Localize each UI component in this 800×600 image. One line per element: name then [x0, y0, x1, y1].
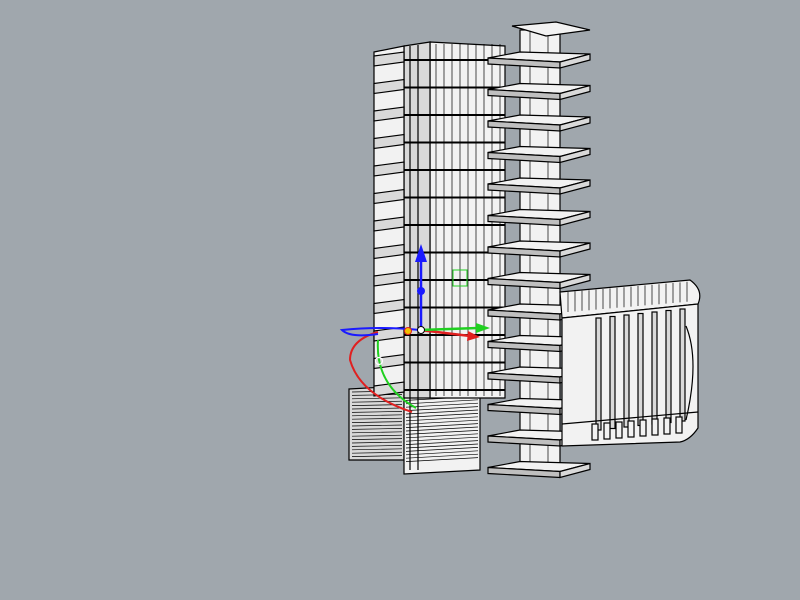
podium-front-face: [403, 391, 481, 475]
annex-structure: [559, 279, 701, 447]
annex-pile-cap: [603, 422, 611, 440]
viewport-canvas[interactable]: [0, 0, 800, 600]
annex-pile-cap: [615, 421, 623, 439]
annex-pile-cap: [639, 419, 647, 437]
gumball-center[interactable]: [417, 326, 425, 334]
annex-column: [665, 309, 672, 424]
tower-a-side: [403, 41, 431, 399]
annex-column: [595, 317, 602, 431]
annex-column: [637, 312, 644, 427]
annex-column: [609, 315, 616, 430]
annex-column: [651, 311, 658, 425]
annex-pile-cap: [663, 417, 671, 435]
annex-column: [679, 308, 686, 422]
scale-handle-icon[interactable]: [404, 327, 412, 335]
annex-pile-cap: [591, 423, 599, 441]
annex-pile-cap: [651, 418, 659, 436]
scale-z-handle[interactable]: [417, 287, 425, 295]
3d-viewport[interactable]: [0, 0, 800, 600]
podium-block: [348, 385, 481, 475]
annex-pile-cap: [627, 420, 635, 438]
annex-column: [623, 314, 630, 428]
annex-pile-cap: [675, 416, 683, 434]
